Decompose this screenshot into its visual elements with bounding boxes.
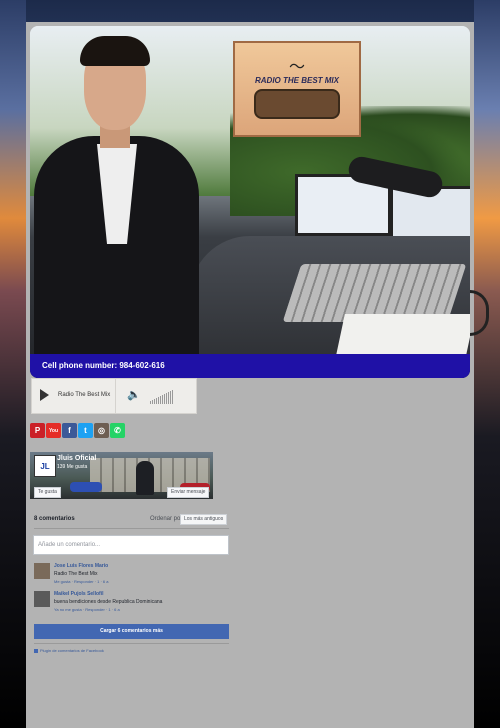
avatar[interactable] (34, 563, 50, 579)
page-name[interactable]: Jluis Oficial (57, 455, 96, 462)
twitter-icon[interactable]: t (78, 423, 93, 438)
comment-text: buena bendiciones desde Republica Domini… (54, 599, 163, 605)
comment-actions[interactable]: Me gusta · Responder · 1 · 6 a (54, 579, 108, 584)
volume-bar (156, 398, 157, 404)
audio-player: Radio The Best Mix 🔈 (31, 378, 197, 414)
divider (34, 643, 229, 644)
divider (34, 528, 229, 529)
volume-bar (168, 392, 169, 404)
sort-select[interactable]: Los más antiguos (180, 514, 228, 525)
player-divider (115, 379, 116, 413)
vintage-radio-icon (254, 88, 340, 119)
volume-bar (158, 397, 159, 404)
cover-car (70, 482, 102, 492)
station-name: Radio The Best Mix (58, 392, 111, 398)
page-likes: 139 Me gusta (57, 464, 88, 470)
presenter-hair (80, 36, 150, 66)
facebook-page-card[interactable]: JL Jluis Oficial 139 Me gusta Te gusta E… (30, 452, 213, 499)
like-button[interactable]: Te gusta (34, 487, 61, 498)
caption-bar: Cell phone number: 984-602-616 (30, 354, 470, 378)
volume-bar (162, 395, 163, 404)
volume-bar (172, 390, 173, 404)
comment-text: Radio The Best Mix (54, 571, 98, 577)
volume-slider[interactable] (150, 390, 184, 404)
pinterest-icon[interactable]: P (30, 423, 45, 438)
volume-bar (160, 396, 161, 404)
sign-title: RADIO THE BEST MIX (254, 75, 339, 85)
facebook-icon[interactable]: f (62, 423, 77, 438)
studio-hero-image: 〜 RADIO THE BEST MIX Cell phone number: … (30, 26, 470, 378)
volume-bar (152, 400, 153, 404)
wifi-icon: 〜 (288, 58, 305, 76)
page-logo: JL (34, 455, 56, 477)
radio-logo-sign: 〜 RADIO THE BEST MIX (233, 41, 361, 137)
background-sunset-right (474, 0, 500, 728)
facebook-plugin-link[interactable]: Plugin de comentarios de Facebook (34, 648, 104, 653)
avatar[interactable] (34, 591, 50, 607)
comment-author[interactable]: Jose Luis Flores Mario (54, 563, 108, 569)
play-icon[interactable] (40, 389, 49, 401)
volume-bar (170, 391, 171, 404)
facebook-icon (34, 648, 38, 653)
volume-bar (150, 401, 151, 404)
send-message-button[interactable]: Enviar mensaje (167, 487, 210, 498)
phone-caption: Cell phone number: 984-602-616 (42, 361, 165, 370)
instagram-icon[interactable]: ◎ (94, 423, 109, 438)
comment-count: 8 comentarios (34, 516, 75, 522)
youtube-icon[interactable]: You (46, 423, 61, 438)
cover-person (136, 461, 154, 495)
volume-bar (154, 399, 155, 404)
volume-bar (164, 394, 165, 404)
social-icons: P You f t ◎ ✆ (30, 423, 125, 438)
whatsapp-icon[interactable]: ✆ (110, 423, 125, 438)
sort-label: Ordenar por (150, 516, 183, 522)
load-more-comments-button[interactable]: Cargar 6 comentarios más (34, 624, 229, 639)
background-sunset-left (0, 0, 26, 728)
comment-author[interactable]: Maikel Pujols Sellofil (54, 591, 103, 597)
comment-input[interactable]: Añade un comentario... (33, 535, 229, 555)
plugin-label: Plugin de comentarios de Facebook (40, 648, 104, 653)
volume-icon[interactable]: 🔈 (127, 388, 141, 401)
volume-bar (166, 393, 167, 404)
comment-actions[interactable]: Ya no me gusta · Responder · 1 · 6 a (54, 607, 120, 612)
